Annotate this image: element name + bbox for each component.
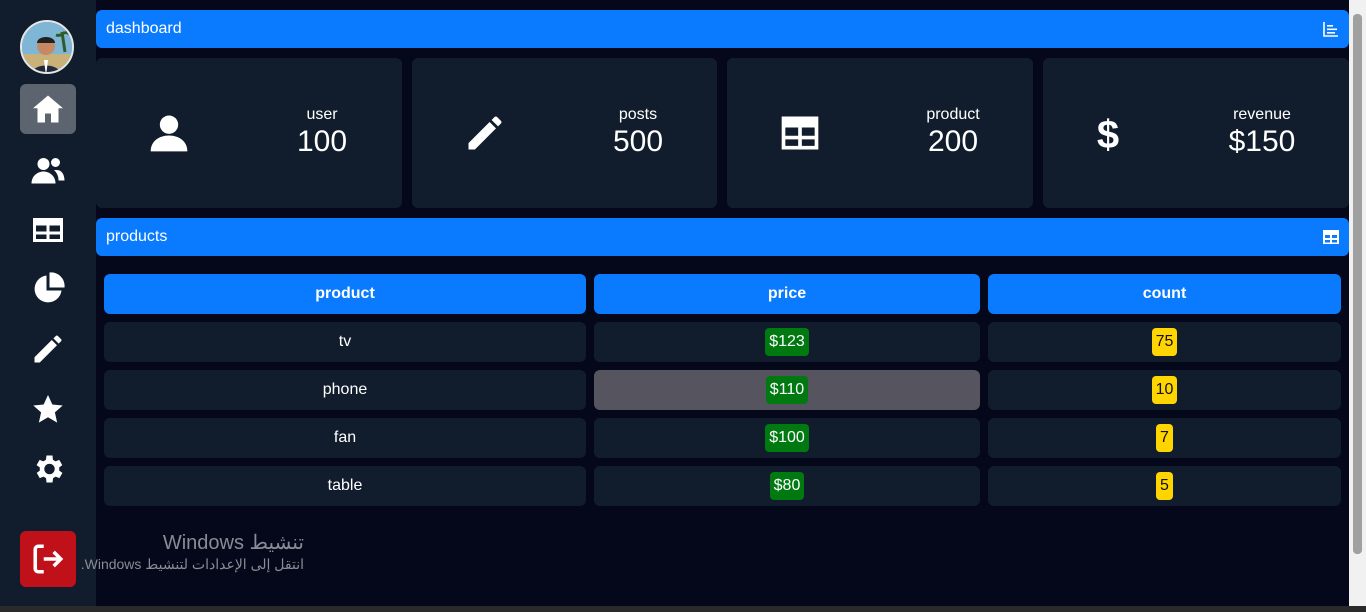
- count-badge: 7: [1156, 424, 1173, 452]
- dashboard-header: dashboard: [96, 10, 1349, 48]
- svg-text:$: $: [1097, 113, 1119, 155]
- scrollbar-thumb[interactable]: [1353, 14, 1362, 554]
- sidebar-item-posts[interactable]: [20, 324, 76, 374]
- stat-user: user 100: [262, 106, 382, 159]
- sidebar-item-settings[interactable]: [20, 444, 76, 494]
- windows-activation-title: تنشيط Windows: [162, 532, 304, 554]
- stat-label: posts: [618, 106, 658, 123]
- table-cell-price: $80: [594, 466, 980, 506]
- sidebar-item-users[interactable]: [20, 145, 76, 195]
- products-title: products: [106, 228, 168, 245]
- table-cell-product: table: [104, 466, 586, 506]
- vertical-scrollbar[interactable]: [1349, 0, 1366, 606]
- count-badge: 10: [1151, 376, 1178, 404]
- table-cell-price: $123: [594, 322, 980, 362]
- price-badge: $110: [765, 376, 809, 404]
- stat-card-user: user 100: [96, 58, 402, 208]
- stat-value: 500: [612, 125, 664, 158]
- stat-label: product: [926, 106, 980, 123]
- stat-card-posts: posts 500: [412, 58, 717, 208]
- sidebar: [0, 0, 96, 612]
- avatar-image: [22, 22, 72, 72]
- stat-posts: posts 500: [578, 106, 698, 159]
- table-cell-count: 5: [988, 466, 1341, 506]
- gear-icon: [36, 455, 63, 483]
- pencil-icon: [460, 108, 510, 158]
- sidebar-item-table[interactable]: [20, 205, 76, 255]
- star-icon: [33, 395, 63, 423]
- table-icon: [33, 218, 63, 242]
- table-cell-price: $100: [594, 418, 980, 458]
- pie-chart-icon: [34, 272, 65, 303]
- table-icon[interactable]: [1323, 229, 1339, 245]
- sidebar-item-chart[interactable]: [20, 264, 76, 314]
- stat-value: 200: [927, 125, 979, 158]
- table-cell-product: phone: [104, 370, 586, 410]
- stat-product: product 200: [893, 106, 1013, 159]
- table-icon: [775, 108, 825, 158]
- price-badge: $123: [765, 328, 809, 356]
- users-icon: [31, 158, 65, 184]
- sidebar-item-favorites[interactable]: [20, 385, 76, 435]
- horizontal-scrollbar[interactable]: [0, 606, 1366, 612]
- stat-value: $150: [1228, 125, 1296, 158]
- stat-card-product: product 200: [727, 58, 1033, 208]
- price-badge: $80: [769, 472, 805, 500]
- pencil-icon: [34, 335, 62, 363]
- sidebar-item-home[interactable]: [20, 84, 76, 134]
- price-badge: $100: [765, 424, 809, 452]
- table-cell-count: 10: [988, 370, 1341, 410]
- table-cell-product: fan: [104, 418, 586, 458]
- stat-card-revenue: $ revenue $150: [1043, 58, 1349, 208]
- table-cell-price-hovered: $110: [594, 370, 980, 410]
- windows-activation-subtitle: انتقل إلى الإعدادات لتنشيط Windows.: [80, 556, 304, 572]
- table-cell-count: 7: [988, 418, 1341, 458]
- stat-label: revenue: [1233, 106, 1291, 123]
- dashboard-title: dashboard: [106, 20, 182, 37]
- table-cell-count: 75: [988, 322, 1341, 362]
- chart-icon[interactable]: [1323, 21, 1339, 37]
- stat-label: user: [306, 106, 338, 123]
- stat-revenue: revenue $150: [1202, 106, 1322, 159]
- count-badge: 75: [1151, 328, 1178, 356]
- table-cell-product: tv: [104, 322, 586, 362]
- home-icon: [33, 95, 63, 123]
- stat-value: 100: [296, 125, 348, 158]
- user-icon: [144, 108, 194, 158]
- dollar-icon: $: [1083, 108, 1133, 158]
- count-badge: 5: [1156, 472, 1173, 500]
- products-header: products: [96, 218, 1349, 256]
- column-header-product[interactable]: product: [104, 274, 586, 314]
- column-header-count[interactable]: count: [988, 274, 1341, 314]
- avatar[interactable]: [20, 20, 74, 74]
- column-header-price[interactable]: price: [594, 274, 980, 314]
